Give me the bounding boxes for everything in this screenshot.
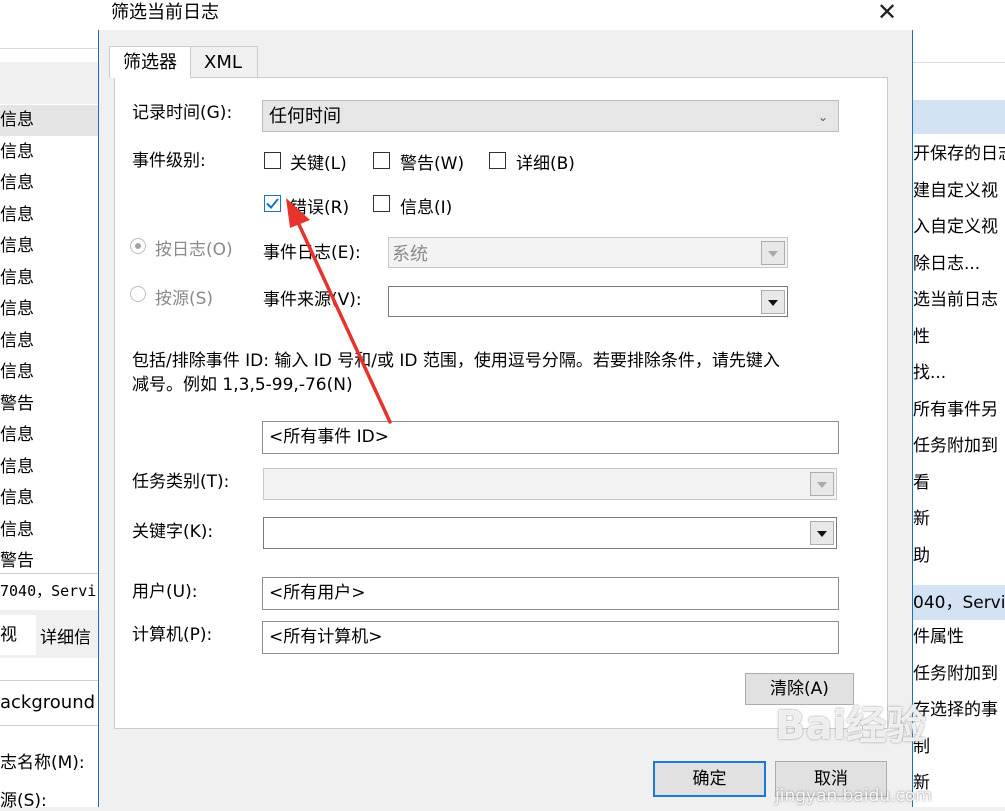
background-tab-general[interactable]: 视: [0, 615, 36, 655]
background-action-item[interactable]: 性: [913, 319, 1005, 355]
verbose-label: 详细(B): [516, 154, 575, 174]
background-event-row[interactable]: 信息: [0, 137, 100, 168]
background-action-item[interactable]: 选当前日志: [913, 282, 1005, 318]
background-action-item[interactable]: 新: [913, 501, 1005, 537]
background-action-item[interactable]: 除日志...: [913, 246, 1005, 282]
radio-by-source[interactable]: [130, 286, 146, 302]
dialog-title: 筛选当前日志: [111, 2, 219, 23]
event-source-select[interactable]: [388, 286, 788, 317]
background-actions-top: [911, 0, 1005, 63]
background-action-item[interactable]: 开保存的日志: [913, 136, 1005, 172]
background-event-row[interactable]: 信息: [0, 231, 100, 262]
background-action-item[interactable]: 任务附加到: [913, 428, 1005, 464]
event-level-label: 事件级别:: [132, 151, 206, 171]
watermark-logo: Bai经验: [775, 703, 927, 749]
background-event-row[interactable]: 信息: [0, 420, 100, 451]
background-event-row[interactable]: 信息: [0, 326, 100, 357]
event-id-help-line1: 包括/排除事件 ID: 输入 ID 号和/或 ID 范围，使用逗号分隔。若要排除…: [132, 351, 780, 371]
event-log-select[interactable]: 系统: [388, 237, 788, 268]
warning-label: 警告(W): [400, 154, 465, 174]
task-category-label: 任务类别(T):: [132, 472, 230, 492]
background-action-item[interactable]: 任务附加到: [913, 656, 1005, 692]
logged-time-select[interactable]: 任何时间 ⌄: [262, 100, 839, 132]
background-action-item[interactable]: 建自定义视: [913, 173, 1005, 209]
close-icon[interactable]: ✕: [873, 0, 901, 28]
keywords-label: 关键字(K):: [132, 522, 214, 542]
annotation-arrow-icon: [286, 198, 392, 424]
background-action-item[interactable]: 件属性: [913, 619, 1005, 655]
dropdown-arrow-icon: [761, 290, 785, 314]
radio-by-log[interactable]: [130, 238, 146, 254]
information-label: 信息(I): [400, 198, 453, 218]
watermark-url: jingyan.baidu.com: [775, 786, 932, 806]
computer-input[interactable]: <所有计算机>: [262, 621, 839, 654]
user-label: 用户(U):: [132, 582, 198, 602]
background-source-value: ackground: [0, 680, 100, 726]
by-source-label: 按源(S): [155, 289, 214, 309]
tab-xml[interactable]: XML: [189, 46, 258, 78]
checkbox-critical[interactable]: [264, 152, 281, 169]
background-event-row[interactable]: 信息: [0, 168, 100, 199]
background-header-strip: [0, 62, 100, 104]
logged-time-label: 记录时间(G):: [132, 103, 233, 123]
background-toolbar: [0, 0, 100, 49]
keywords-select[interactable]: [263, 517, 837, 549]
critical-label: 关键(L): [290, 154, 347, 174]
background-action-item[interactable]: 所有事件另: [913, 392, 1005, 428]
background-event-row[interactable]: 警告: [0, 389, 100, 420]
checkbox-verbose[interactable]: [489, 152, 506, 169]
by-log-label: 按日志(O): [155, 240, 233, 260]
background-event-row[interactable]: 信息: [0, 294, 100, 325]
background-event-row[interactable]: 信息: [0, 357, 100, 388]
background-log-name-label: 志名称(M):: [0, 753, 85, 773]
background-action-event-title: 040，Servic: [913, 593, 1005, 613]
background-action-item[interactable]: 入自定义视: [913, 209, 1005, 245]
background-event-row[interactable]: 信息: [0, 105, 100, 136]
checkbox-warning[interactable]: [373, 152, 390, 169]
user-input[interactable]: <所有用户>: [262, 577, 839, 610]
background-event-row[interactable]: 信息: [0, 483, 100, 514]
background-action-item[interactable]: 看: [913, 465, 1005, 501]
background-tab-details[interactable]: 详细信: [40, 615, 100, 655]
background-event-row[interactable]: 信息: [0, 200, 100, 231]
background-action-item[interactable]: 找...: [913, 355, 1005, 391]
background-source-label: 源(S):: [0, 791, 47, 811]
logged-time-value: 任何时间: [269, 106, 341, 127]
background-event-row[interactable]: 信息: [0, 452, 100, 483]
background-action-item[interactable]: 助: [913, 538, 1005, 574]
chevron-down-icon: ⌄: [817, 110, 828, 124]
background-event-row[interactable]: 信息: [0, 515, 100, 546]
ok-button[interactable]: 确定: [653, 761, 766, 797]
background-action-item[interactable]: 制: [913, 729, 1005, 765]
background-action-item[interactable]: 存选择的事: [913, 692, 1005, 728]
dropdown-arrow-icon: [810, 521, 834, 545]
tab-filter[interactable]: 筛选器: [109, 46, 191, 78]
dropdown-arrow-icon: [810, 472, 834, 496]
background-event-summary: 7040，Servi: [0, 573, 100, 608]
task-category-select[interactable]: [263, 468, 837, 500]
background-actions-header: [911, 100, 1005, 134]
dropdown-arrow-icon: [761, 241, 785, 265]
background-event-row[interactable]: 信息: [0, 263, 100, 294]
dialog-titlebar: [98, 0, 913, 30]
computer-label: 计算机(P):: [132, 625, 213, 645]
